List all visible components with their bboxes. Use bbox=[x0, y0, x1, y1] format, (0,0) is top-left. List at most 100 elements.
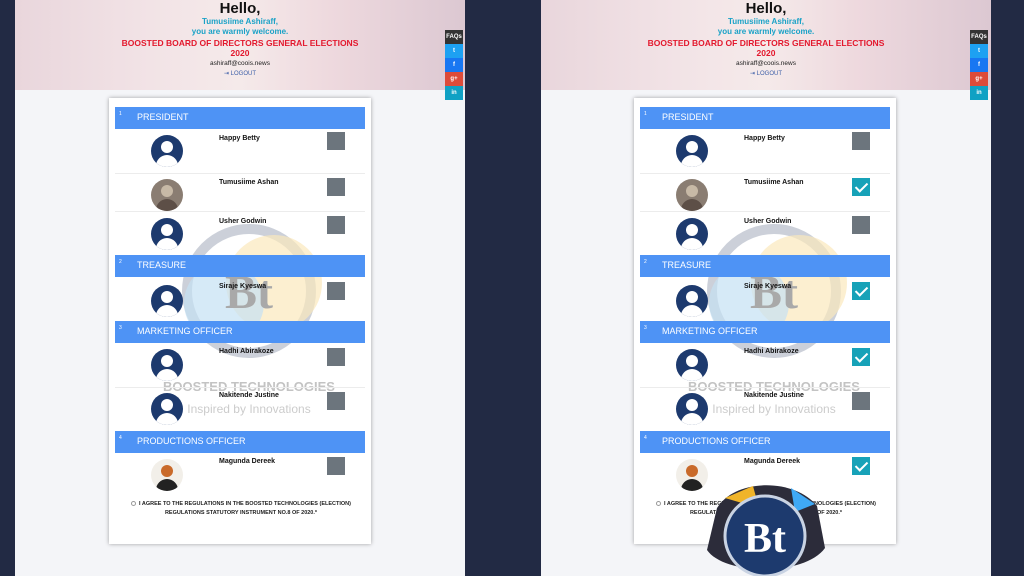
candidate-name: Hadhi Abirakoze bbox=[219, 348, 274, 355]
vote-checkbox[interactable] bbox=[852, 132, 870, 150]
vote-checkbox[interactable] bbox=[852, 392, 870, 410]
position-number: 2 bbox=[644, 259, 647, 265]
candidate-name: Siraje Kyeswa bbox=[219, 283, 267, 290]
page-header: Hello, Tumusiime Ashiraff, you are warml… bbox=[541, 0, 991, 90]
greeting: Hello, bbox=[219, 0, 261, 17]
user-name: Tumusiime Ashiraff, bbox=[727, 17, 804, 26]
twitter-icon[interactable]: t bbox=[445, 44, 463, 58]
welcome-text: you are warmly welcome. bbox=[717, 27, 815, 36]
position-title: PRODUCTIONS OFFICER bbox=[137, 436, 246, 446]
position-title: TREASURE bbox=[662, 260, 712, 270]
avatar bbox=[151, 218, 183, 250]
vote-checkbox[interactable] bbox=[327, 457, 345, 475]
position-header-president: 1 PRESIDENT bbox=[115, 107, 365, 129]
agreement-label: I AGREE TO THE REGULATIONS IN THE BOOSTE… bbox=[139, 501, 351, 516]
faq-button[interactable]: FAQs bbox=[445, 30, 463, 44]
position-header-marketing-officer: 3 MARKETING OFFICER bbox=[640, 321, 890, 343]
googleplus-icon[interactable]: g+ bbox=[970, 72, 988, 86]
position-header-treasure: 2 TREASURE bbox=[640, 255, 890, 277]
candidate-name: Magunda Dereek bbox=[744, 458, 801, 465]
candidate-name: Hadhi Abirakoze bbox=[744, 348, 799, 355]
candidate-name: Nakitende Justine bbox=[219, 392, 279, 399]
agree-checkbox[interactable] bbox=[131, 501, 137, 507]
welcome-text: you are warmly welcome. bbox=[191, 27, 289, 36]
candidate-name: Magunda Dereek bbox=[219, 458, 276, 465]
avatar bbox=[676, 135, 708, 167]
candidate-name: Usher Godwin bbox=[219, 218, 267, 225]
position-header-marketing-officer: 3 MARKETING OFFICER bbox=[115, 321, 365, 343]
greeting: Hello, bbox=[745, 0, 787, 17]
avatar bbox=[151, 459, 183, 491]
logout-link[interactable]: ⇥ LOGOUT bbox=[541, 70, 991, 77]
position-title: PRESIDENT bbox=[137, 112, 189, 122]
avatar bbox=[676, 179, 708, 211]
candidate-name: Nakitende Justine bbox=[744, 392, 804, 399]
social-bar: FAQs t f g+ in bbox=[970, 30, 988, 100]
vote-checkbox[interactable] bbox=[852, 216, 870, 234]
candidate-name: Siraje Kyeswa bbox=[744, 283, 792, 290]
logout-label: LOGOUT bbox=[230, 71, 257, 77]
ballot-card: Bt BOOSTED TECHNOLOGIES Inspired by Inno… bbox=[109, 98, 371, 544]
position-title: PRESIDENT bbox=[662, 112, 714, 122]
candidate-name: Usher Godwin bbox=[744, 218, 792, 225]
candidate-name: Tumusiime Ashan bbox=[744, 179, 804, 186]
vote-checkbox[interactable] bbox=[852, 348, 870, 366]
screen-before: Hello, Tumusiime Ashiraff, you are warml… bbox=[15, 0, 465, 576]
agreement-text: I AGREE TO THE REGULATIONS IN THE BOOSTE… bbox=[123, 500, 359, 518]
avatar bbox=[676, 393, 708, 425]
position-title: TREASURE bbox=[137, 260, 187, 270]
election-title: BOOSTED BOARD OF DIRECTORS GENERAL ELECT… bbox=[647, 38, 885, 58]
twitter-icon[interactable]: t bbox=[970, 44, 988, 58]
election-title: BOOSTED BOARD OF DIRECTORS GENERAL ELECT… bbox=[121, 38, 359, 58]
vote-checkbox[interactable] bbox=[327, 392, 345, 410]
position-title: MARKETING OFFICER bbox=[137, 326, 233, 336]
user-email: ashiraff@coois.news bbox=[210, 60, 270, 67]
vote-checkbox[interactable] bbox=[852, 178, 870, 196]
position-number: 1 bbox=[644, 111, 647, 117]
candidate-name: Happy Betty bbox=[219, 135, 260, 142]
page-header: Hello, Tumusiime Ashiraff, you are warml… bbox=[15, 0, 465, 90]
avatar bbox=[676, 218, 708, 250]
bt-logo-initials: Bt bbox=[744, 516, 786, 562]
candidate-name: Happy Betty bbox=[744, 135, 785, 142]
position-title: MARKETING OFFICER bbox=[662, 326, 758, 336]
avatar bbox=[151, 135, 183, 167]
avatar bbox=[151, 285, 183, 317]
vote-checkbox[interactable] bbox=[327, 178, 345, 196]
position-title: PRODUCTIONS OFFICER bbox=[662, 436, 771, 446]
avatar bbox=[676, 349, 708, 381]
position-header-president: 1 PRESIDENT bbox=[640, 107, 890, 129]
agree-checkbox[interactable] bbox=[656, 501, 662, 507]
googleplus-icon[interactable]: g+ bbox=[445, 72, 463, 86]
vote-checkbox[interactable] bbox=[327, 132, 345, 150]
position-number: 3 bbox=[119, 325, 122, 331]
avatar bbox=[151, 179, 183, 211]
position-header-productions-officer: 4 PRODUCTIONS OFFICER bbox=[115, 431, 365, 453]
logout-label: LOGOUT bbox=[756, 71, 783, 77]
linkedin-icon[interactable]: in bbox=[970, 86, 988, 100]
vote-checkbox[interactable] bbox=[327, 216, 345, 234]
faq-button[interactable]: FAQs bbox=[970, 30, 988, 44]
vote-checkbox[interactable] bbox=[852, 282, 870, 300]
vote-checkbox[interactable] bbox=[327, 348, 345, 366]
bt-logo-overlay: Bt bbox=[707, 485, 825, 576]
avatar bbox=[676, 285, 708, 317]
vote-checkbox[interactable] bbox=[327, 282, 345, 300]
avatar bbox=[151, 349, 183, 381]
watermark-tagline: Inspired by Innovations bbox=[187, 402, 310, 416]
watermark-tagline: Inspired by Innovations bbox=[712, 402, 835, 416]
vote-checkbox[interactable] bbox=[852, 457, 870, 475]
position-number: 2 bbox=[119, 259, 122, 265]
position-number: 3 bbox=[644, 325, 647, 331]
candidate-name: Tumusiime Ashan bbox=[219, 179, 279, 186]
social-bar: FAQs t f g+ in bbox=[445, 30, 463, 100]
avatar bbox=[151, 393, 183, 425]
logout-link[interactable]: ⇥ LOGOUT bbox=[15, 70, 465, 77]
position-header-productions-officer: 4 PRODUCTIONS OFFICER bbox=[640, 431, 890, 453]
facebook-icon[interactable]: f bbox=[970, 58, 988, 72]
user-name: Tumusiime Ashiraff, bbox=[201, 17, 278, 26]
position-number: 1 bbox=[119, 111, 122, 117]
position-number: 4 bbox=[644, 435, 647, 441]
linkedin-icon[interactable]: in bbox=[445, 86, 463, 100]
facebook-icon[interactable]: f bbox=[445, 58, 463, 72]
